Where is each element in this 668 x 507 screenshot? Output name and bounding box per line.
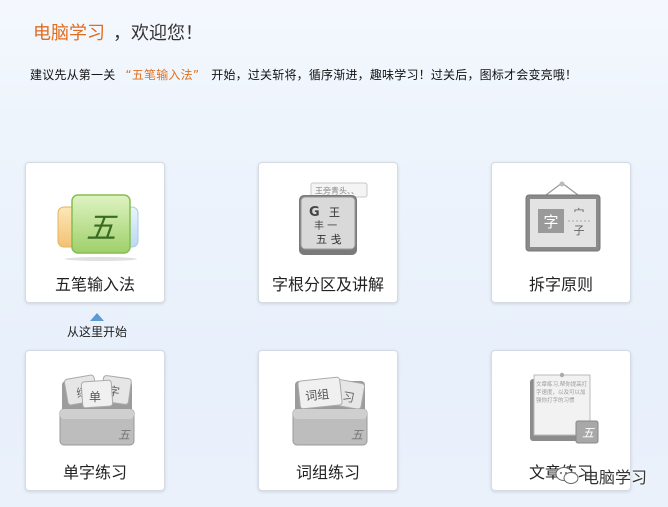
lesson-card-wubi[interactable]: 五 五笔输入法 [25,162,165,303]
watermark-text: 电脑学习 [583,468,648,487]
brand-name: 电脑学习 [33,23,105,44]
wubi-char: 五 [86,211,118,246]
chaizi-top: 宀 [574,207,585,220]
start-hint-text: 从这里开始 [66,325,127,339]
greeting-text: ，欢迎您！ [113,23,203,44]
card-label: 拆字原则 [528,275,593,294]
zigen-row3: 五 戋 [316,233,342,246]
wenzhang-paper-icon: 文章练习,帮你提高打字速度，以及可以加强你打字的习惯 五 [530,372,599,444]
chaizi-board-icon: 字 宀 子 [525,181,601,252]
cizu-folder-icon: 习 词组 五 [292,376,368,446]
lesson-card-zigen[interactable]: 王旁青头、、 G 王 丰 一 五 戋 字根分区及讲解 [258,162,398,303]
cizu-1: 词组 [305,387,330,403]
lesson-card-danzi[interactable]: 练 字 单 五 单字练习 [25,350,165,491]
card-label: 字根分区及讲解 [271,275,384,294]
zigen-wang: 王 [329,206,340,219]
advice-highlight: “五笔输入法” [125,68,200,82]
wenzhang-wu: 五 [582,426,595,440]
card-label: 词组练习 [295,463,360,482]
wubi-keycaps-icon: 五 [57,194,139,261]
welcome-header: 电脑学习 ，欢迎您！ 建议先从第一关 “五笔输入法” 开始，过关斩将，循序渐进，趣味学… [0,0,668,130]
card-label: 五笔输入法 [54,275,135,294]
up-arrow-icon [90,313,104,321]
cizu-wu: 五 [351,428,364,442]
zigen-keycap-icon: 王旁青头、、 G 王 丰 一 五 戋 [299,182,368,255]
advice-suffix: 开始，过关斩将，循序渐进，趣味学习！过关后，图标才会变亮哦！ [211,68,578,82]
chaizi-bottom: 子 [574,224,585,237]
danzi-wu: 五 [118,428,131,442]
card-label: 单字练习 [62,463,127,482]
lesson-card-cizu[interactable]: 习 词组 五 词组练习 [258,350,398,491]
zigen-tip: 王旁青头、、 [315,186,359,196]
danzi-2: 单 [89,390,101,404]
chaizi-left: 字 [543,213,558,231]
cizu-2: 习 [341,389,355,405]
welcome-heading: 电脑学习 ，欢迎您！ [33,19,203,45]
zigen-g: G [309,205,320,220]
start-here-hint: 从这里开始 [60,313,134,340]
advice-prefix: 建议先从第一关 [30,68,116,82]
watermark: 电脑学习 [555,464,647,488]
zigen-row2: 丰 一 [314,219,337,232]
chat-bubble-icon [555,467,579,484]
wenzhang-text: 文章练习,帮你提高打字速度，以及可以加强你打字的习惯 [536,382,588,404]
danzi-folder-icon: 练 字 单 五 [59,374,135,446]
advice-text: 建议先从第一关 “五笔输入法” 开始，过关斩将，循序渐进，趣味学习！过关后，图标才会… [30,66,577,83]
lesson-card-chaizi[interactable]: 字 宀 子 拆字原则 [491,162,631,303]
